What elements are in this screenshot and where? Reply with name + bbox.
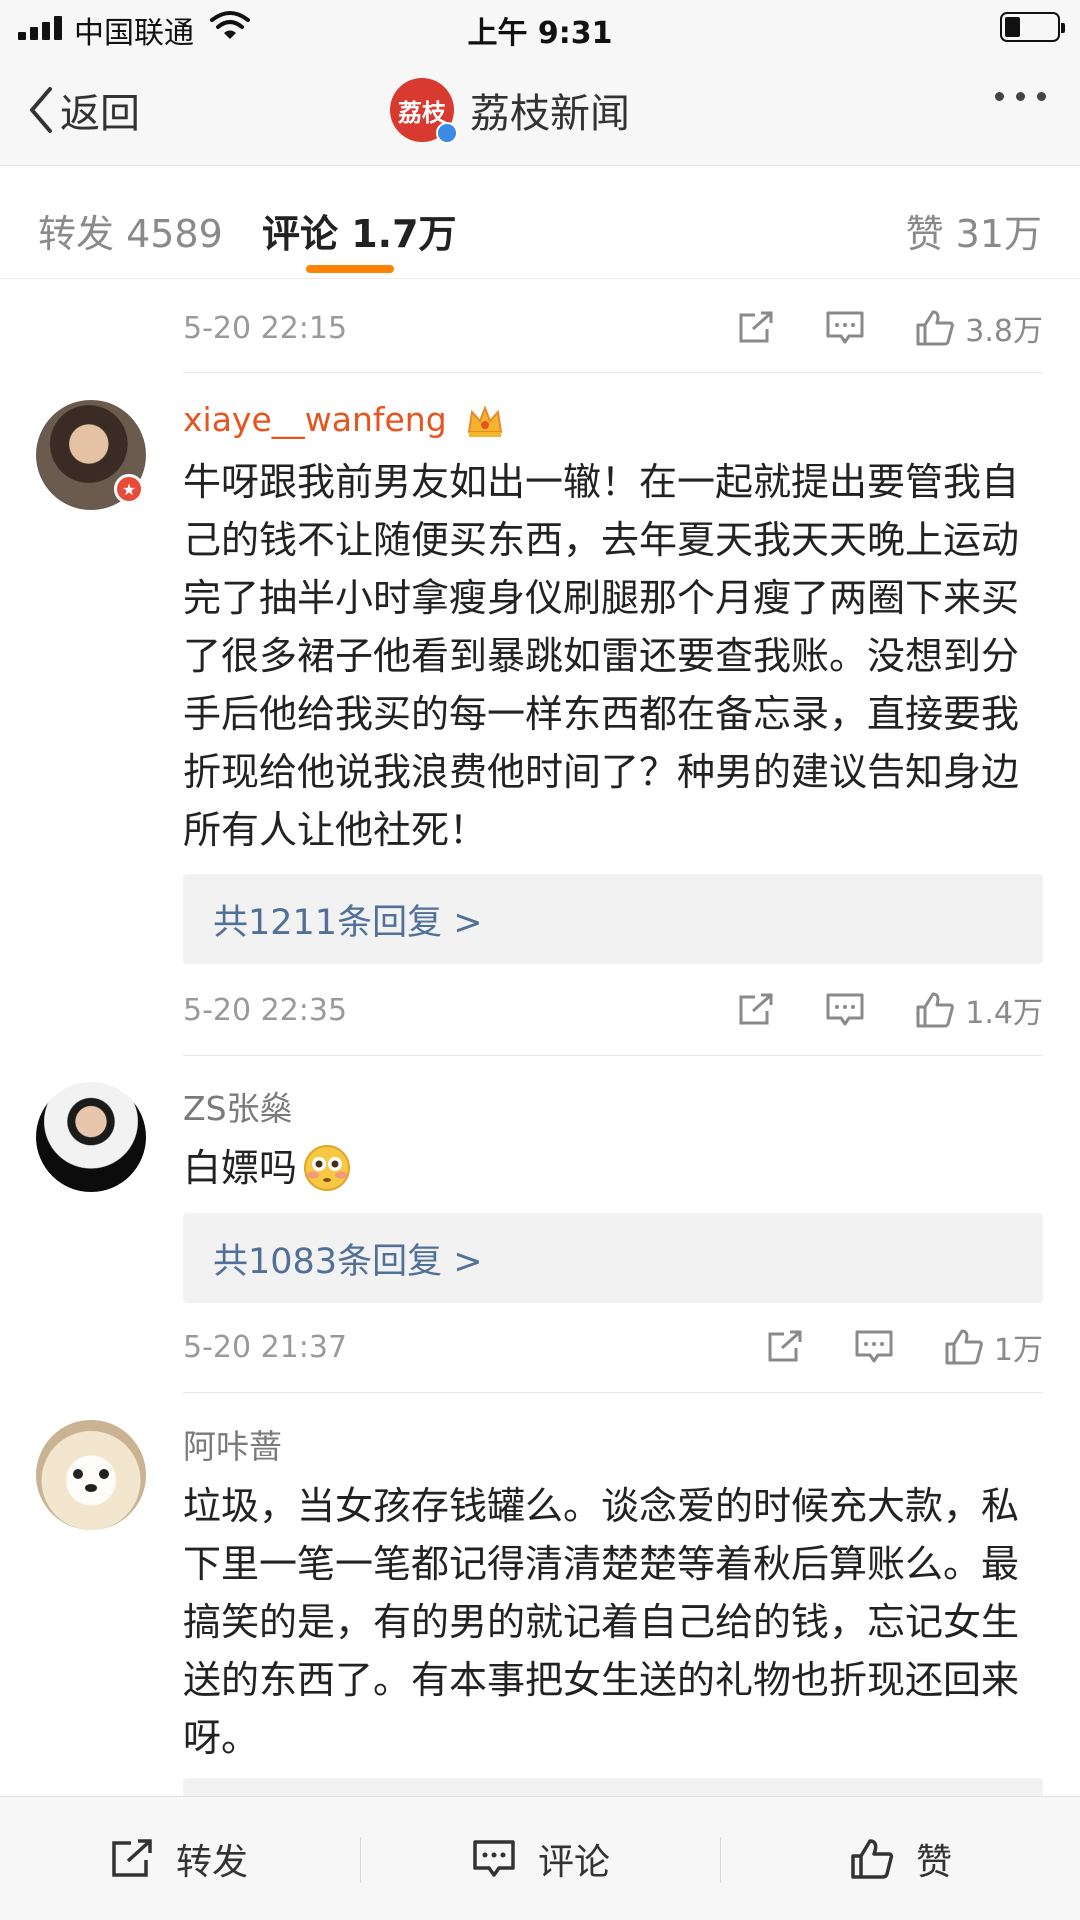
- active-tab-indicator: [306, 265, 394, 273]
- tab-repost[interactable]: 转发 4589: [38, 203, 223, 258]
- top-header: 中国联通 上午 9:31 返回 荔枝 荔枝新闻: [0, 0, 1080, 166]
- tab-bar: 转发 4589 评论 1.7万 赞 31万: [0, 167, 1080, 279]
- back-button[interactable]: 返回: [26, 80, 140, 140]
- like-button[interactable]: 赞: [850, 1797, 952, 1920]
- page-title: 荔枝新闻: [470, 91, 630, 137]
- comment-meta: 5-20 21:37 1万: [183, 1317, 1043, 1377]
- divider: [720, 1837, 721, 1883]
- thumbs-up-icon: [945, 1329, 983, 1365]
- comment-text-row: 白嫖吗: [183, 1139, 1043, 1197]
- repost-button[interactable]: 转发: [110, 1797, 248, 1920]
- like-button[interactable]: 1.4万: [915, 988, 1043, 1032]
- divider: [183, 372, 1043, 373]
- share-icon[interactable]: [766, 1330, 804, 1364]
- avatar[interactable]: [36, 1420, 146, 1530]
- comment-text: 垃圾，当女孩存钱罐么。谈念爱的时候充大款，私下里一笔一笔都记得清清楚楚等着秋后算…: [183, 1484, 1020, 1760]
- repost-label: 转发: [176, 1842, 249, 1883]
- comment-label: 评论: [538, 1842, 611, 1883]
- more-menu-icon[interactable]: [995, 92, 1046, 101]
- flushed-face-emoji-icon: [304, 1145, 351, 1191]
- verified-icon: [436, 122, 458, 144]
- view-replies-link[interactable]: 共1083条回复 >: [183, 1213, 1043, 1303]
- like-count: 3.8万: [965, 314, 1043, 349]
- comment-username[interactable]: 阿咔蔷: [183, 1420, 282, 1468]
- account-title[interactable]: 荔枝 荔枝新闻: [390, 76, 630, 144]
- thumbs-up-icon: [851, 1839, 894, 1879]
- status-time: 上午 9:31: [467, 16, 613, 51]
- like-count: 1万: [993, 1333, 1043, 1368]
- like-count: 1.4万: [965, 996, 1043, 1031]
- comment-meta: 5-20 22:35 1.4万: [183, 980, 1043, 1040]
- username-text: 阿咔蔷: [183, 1427, 282, 1466]
- comment-date: 5-20 22:35: [183, 992, 348, 1028]
- logo-text: 荔枝: [398, 98, 446, 127]
- back-label: 返回: [60, 91, 140, 137]
- comment-icon[interactable]: [825, 992, 865, 1028]
- chevron-left-icon: [30, 87, 52, 133]
- divider: [183, 1055, 1043, 1056]
- divider: [360, 1837, 361, 1883]
- avatar[interactable]: [36, 1082, 146, 1192]
- comment-username[interactable]: ZS张燊: [183, 1082, 293, 1130]
- divider: [183, 1392, 1043, 1393]
- comment-text: 牛呀跟我前男友如出一辙！在一起就提出要管我自己的钱不让随便买东西，去年夏天我天天…: [183, 460, 1020, 852]
- nav-bar: 返回 荔枝 荔枝新闻: [0, 66, 1080, 156]
- comment-text: 白嫖吗: [183, 1146, 298, 1190]
- comment-icon: [473, 1840, 515, 1877]
- username-text: ZS张燊: [183, 1089, 293, 1128]
- tab-likes[interactable]: 赞 31万: [906, 203, 1042, 258]
- crown-icon: [468, 404, 503, 437]
- dog-face-icon: [73, 1469, 109, 1492]
- battery-icon: [1000, 12, 1065, 42]
- account-logo: 荔枝: [390, 78, 458, 144]
- comment-icon[interactable]: [854, 1329, 894, 1365]
- thumbs-up-icon: [916, 310, 955, 346]
- share-icon[interactable]: [737, 993, 775, 1027]
- star-badge-icon: ★: [114, 474, 144, 504]
- like-label: 赞: [916, 1842, 953, 1883]
- share-icon[interactable]: [737, 311, 775, 345]
- comment-username[interactable]: xiaye__wanfeng: [183, 400, 505, 440]
- comment-meta: 5-20 22:15 3.8万: [183, 298, 1043, 358]
- comment-date: 5-20 21:37: [183, 1329, 348, 1365]
- status-bar: 中国联通 上午 9:31: [0, 0, 1080, 56]
- share-icon: [112, 1839, 152, 1877]
- like-button[interactable]: 1万: [944, 1325, 1043, 1369]
- like-button[interactable]: 3.8万: [915, 306, 1043, 350]
- thumbs-up-icon: [916, 992, 955, 1028]
- comment-button[interactable]: 评论: [472, 1797, 610, 1920]
- comment-icon[interactable]: [825, 310, 865, 346]
- view-replies-link[interactable]: 共1211条回复 >: [183, 874, 1043, 964]
- tab-comments[interactable]: 评论 1.7万: [262, 203, 457, 258]
- comment-date: 5-20 22:15: [183, 310, 348, 346]
- bottom-action-bar: 转发 评论 赞: [0, 1796, 1080, 1920]
- username-text: xiaye__wanfeng: [183, 400, 447, 439]
